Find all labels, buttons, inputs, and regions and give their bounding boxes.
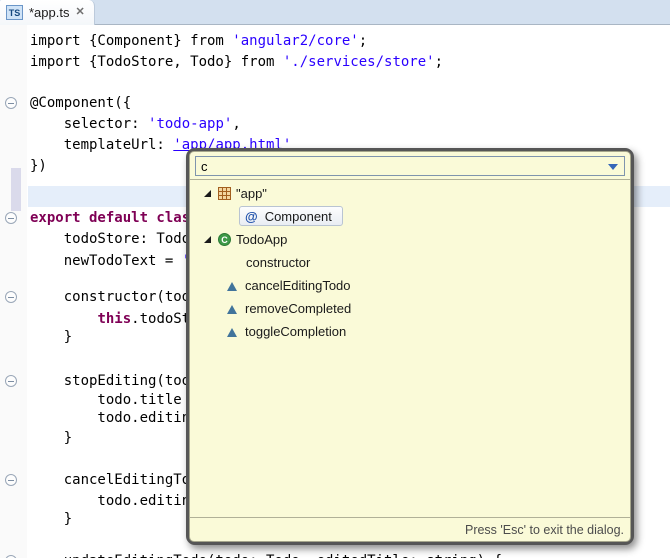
outline-tree-item-app[interactable]: "app" [190, 182, 630, 205]
code-segment: }) [30, 157, 47, 174]
code-segment: 'angular2/core' [232, 33, 359, 49]
fold-collapse-icon[interactable] [5, 473, 17, 486]
tree-item-label: toggleCompletion [245, 324, 347, 339]
code-segment: ; [434, 53, 444, 70]
dropdown-arrow-icon[interactable] [608, 164, 618, 170]
outline-tree: "app" @ Component C TodoApp constructor cancel… [190, 180, 630, 517]
quick-outline-content: "app" @ Component C TodoApp constructor cancel… [189, 151, 631, 542]
outline-filter-box [195, 156, 625, 176]
code-line[interactable]: @Component({ [30, 94, 131, 115]
tree-item-label: TodoApp [236, 232, 288, 247]
outline-tree-item-constructor[interactable]: constructor [190, 251, 630, 274]
code-line[interactable]: } [30, 510, 72, 531]
code-segment: this [97, 311, 132, 328]
code-segment: import {Component} from [30, 33, 233, 49]
outline-tree-item-todoapp[interactable]: C TodoApp [190, 228, 630, 251]
quick-outline-dialog: "app" @ Component C TodoApp constructor cancel… [186, 148, 634, 545]
method-icon [227, 328, 237, 337]
code-segment: ; [358, 33, 368, 49]
tree-item-label: constructor [246, 255, 311, 270]
code-line[interactable]: } [30, 429, 72, 450]
quick-diff-change-bar [11, 168, 21, 211]
dialog-status-bar: Press 'Esc' to exit the dialog. [190, 517, 630, 541]
tree-item-label: Component [264, 208, 332, 224]
code-segment: newTodoText = [30, 253, 182, 269]
code-segment: import {TodoStore, Todo} from [30, 53, 283, 70]
fold-collapse-icon[interactable] [5, 374, 17, 387]
tree-item-label: "app" [236, 186, 267, 201]
outline-tree-item-togglecompletion[interactable]: toggleCompletion [190, 320, 630, 343]
tree-item-label: removeCompleted [245, 301, 352, 316]
code-segment: updateEditingTodo(todo: Todo, editedTitl… [30, 553, 502, 558]
editor-tab-bar: TS *app.ts ✕ [0, 0, 670, 25]
fold-collapse-icon[interactable] [5, 290, 17, 303]
code-line[interactable]: selector: 'todo-app', [30, 115, 241, 136]
code-segment: @Component({ [30, 95, 132, 112]
typescript-file-icon: TS [6, 5, 23, 20]
class-icon: C [218, 233, 231, 246]
outline-tree-item-removecompleted[interactable]: removeCompleted [190, 297, 630, 320]
module-grid-icon [218, 187, 231, 200]
code-segment: } [30, 329, 73, 346]
dialog-status-text: Press 'Esc' to exit the dialog. [464, 522, 624, 537]
selected-item-highlight[interactable]: @ Component [239, 206, 343, 226]
code-segment: './services/store' [282, 53, 435, 70]
code-segment: export default class [30, 210, 199, 227]
tab-app-ts[interactable]: TS *app.ts ✕ [0, 0, 95, 25]
outline-tree-item-component[interactable]: @ Component [190, 205, 630, 228]
annotation-at-icon: @ [245, 208, 258, 224]
code-segment: templateUrl: [30, 137, 174, 153]
code-segment: , [232, 116, 241, 133]
expand-arrow-icon[interactable] [204, 236, 211, 243]
code-segment: 'todo-app' [148, 116, 233, 133]
outline-tree-item-canceleditingtodo[interactable]: cancelEditingTodo [190, 274, 630, 297]
code-line[interactable]: }) [30, 157, 47, 178]
code-segment: } [30, 511, 73, 528]
code-line[interactable]: newTodoText = ''; [30, 252, 207, 273]
code-line[interactable]: updateEditingTodo(todo: Todo, editedTitl… [30, 552, 502, 558]
method-icon [227, 305, 237, 314]
tree-item-label: cancelEditingTodo [245, 278, 351, 293]
code-line[interactable]: } [30, 328, 72, 349]
expand-arrow-icon[interactable] [204, 190, 211, 197]
tab-close-icon[interactable]: ✕ [75, 7, 84, 18]
code-line[interactable]: import {TodoStore, Todo} from './service… [30, 53, 443, 74]
code-line[interactable]: import {Component} from 'angular2/core'; [30, 32, 367, 53]
method-icon [227, 282, 237, 291]
outline-filter-input[interactable] [196, 157, 624, 175]
code-segment: } [30, 430, 73, 447]
tab-title: *app.ts [29, 5, 70, 20]
code-segment: selector: [30, 116, 149, 133]
